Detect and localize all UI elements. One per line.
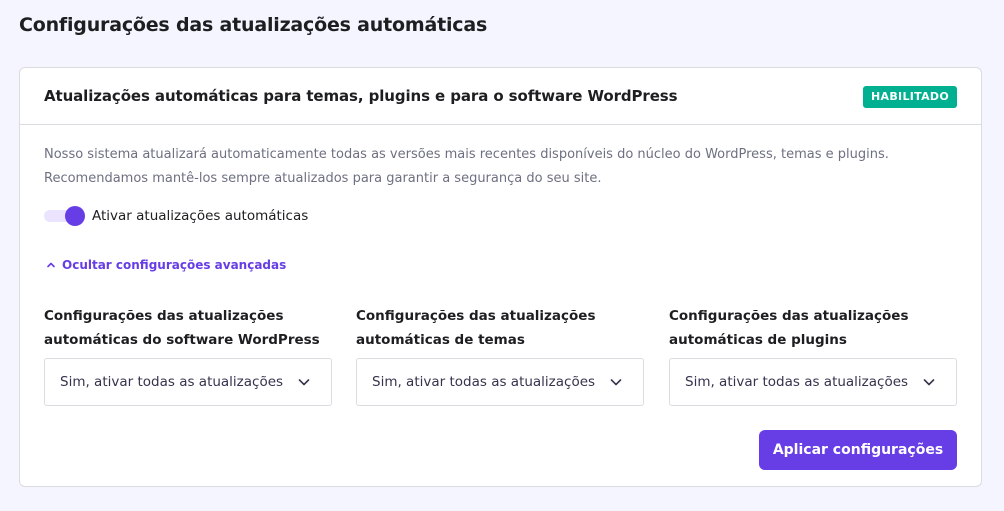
label-line-1: Configurações das atualizações (669, 308, 909, 324)
card-description: Nosso sistema atualizará automaticamente… (44, 143, 944, 191)
label-line-1: Configurações das atualizações (44, 308, 284, 324)
label-line-2: automáticas do software WordPress (44, 332, 320, 348)
select-value: Sim, ativar todas as atualizações (372, 374, 596, 390)
description-line-2: Recomendamos mantê-los sempre atualizado… (44, 171, 602, 186)
select-value: Sim, ativar todas as atualizações (60, 374, 284, 390)
card-header: Atualizações automáticas para temas, plu… (20, 68, 981, 125)
label-line-2: automáticas de temas (356, 332, 525, 348)
chevron-down-icon (610, 379, 622, 386)
plugins-updates-setting: Configurações das atualizações automátic… (669, 304, 957, 406)
wordpress-updates-label: Configurações das atualizações automátic… (44, 304, 332, 352)
wordpress-updates-setting: Configurações das atualizações automátic… (44, 304, 332, 406)
apply-settings-button[interactable]: Aplicar configurações (759, 430, 957, 470)
chevron-down-icon (923, 379, 935, 386)
chevron-up-icon (47, 262, 55, 268)
themes-updates-label: Configurações das atualizações automátic… (356, 304, 644, 352)
auto-updates-toggle-row: Ativar atualizações automáticas (44, 206, 309, 226)
toggle-knob (65, 206, 85, 226)
card-title: Atualizações automáticas para temas, plu… (44, 87, 678, 105)
advanced-link-label: Ocultar configurações avançadas (62, 258, 287, 272)
chevron-down-icon (298, 379, 310, 386)
plugins-updates-select[interactable]: Sim, ativar todas as atualizações (669, 358, 957, 406)
label-line-1: Configurações das atualizações (356, 308, 596, 324)
label-line-2: automáticas de plugins (669, 332, 847, 348)
auto-updates-card: Atualizações automáticas para temas, plu… (19, 67, 982, 487)
auto-updates-toggle[interactable] (44, 206, 85, 226)
plugins-updates-label: Configurações das atualizações automátic… (669, 304, 957, 352)
hide-advanced-settings-link[interactable]: Ocultar configurações avançadas (46, 258, 286, 272)
toggle-label: Ativar atualizações automáticas (92, 208, 309, 224)
wordpress-updates-select[interactable]: Sim, ativar todas as atualizações (44, 358, 332, 406)
page-title: Configurações das atualizações automátic… (19, 14, 488, 36)
themes-updates-setting: Configurações das atualizações automátic… (356, 304, 644, 406)
select-value: Sim, ativar todas as atualizações (685, 374, 909, 390)
description-line-1: Nosso sistema atualizará automaticamente… (44, 147, 889, 162)
status-badge: HABILITADO (863, 86, 957, 108)
themes-updates-select[interactable]: Sim, ativar todas as atualizações (356, 358, 644, 406)
